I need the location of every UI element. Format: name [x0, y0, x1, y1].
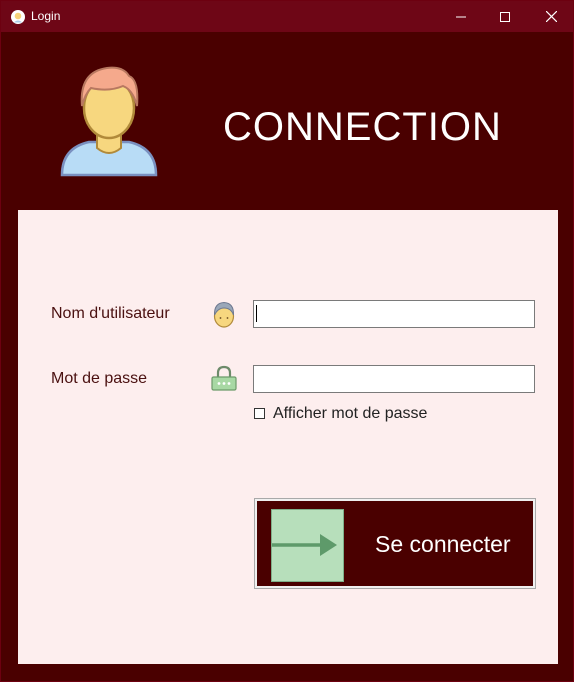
- login-form: Nom d'utilisateur Mot de passe Afficher …: [18, 210, 558, 664]
- arrow-right-icon: [271, 509, 344, 582]
- login-button-label: Se connecter: [375, 531, 511, 557]
- app-icon: [11, 9, 25, 24]
- show-password-label[interactable]: Afficher mot de passe: [273, 405, 427, 423]
- login-window: Login CONNECTION Nom d'utilisateur Mot d…: [0, 0, 574, 682]
- page-title: CONNECTION: [223, 105, 502, 149]
- login-button[interactable]: Se connecter: [254, 498, 536, 589]
- show-password-checkbox[interactable]: [254, 408, 265, 419]
- password-label: Mot de passe: [51, 370, 148, 387]
- login-button-face[interactable]: Se connecter: [257, 501, 533, 586]
- header: CONNECTION: [1, 32, 573, 210]
- close-icon: [545, 11, 557, 22]
- minimize-icon: [456, 16, 466, 17]
- maximize-button[interactable]: [482, 1, 528, 32]
- close-button[interactable]: [528, 1, 574, 32]
- maximize-icon: [500, 11, 510, 22]
- password-input[interactable]: [253, 365, 535, 393]
- username-input[interactable]: [253, 300, 535, 328]
- user-icon: [212, 300, 236, 332]
- user-avatar-icon: [59, 62, 159, 177]
- minimize-button[interactable]: [438, 1, 484, 32]
- text-caret: [256, 305, 257, 322]
- username-label: Nom d'utilisateur: [51, 305, 170, 322]
- title-bar[interactable]: Login: [1, 1, 573, 32]
- lock-icon: [210, 364, 238, 392]
- window-title: Login: [31, 9, 61, 23]
